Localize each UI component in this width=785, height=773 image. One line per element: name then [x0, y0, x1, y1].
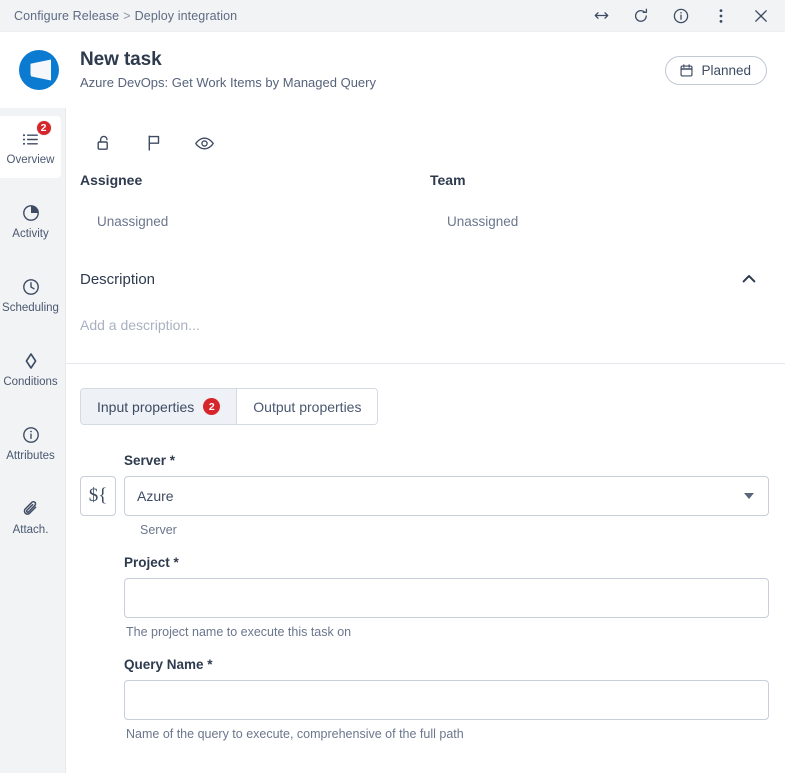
properties-form: Server * ${ Azure Server Project *: [66, 425, 785, 741]
field-hint: The project name to execute this task on: [126, 625, 769, 639]
meta-row: Assignee Unassigned Team Unassigned: [66, 160, 785, 229]
sidebar-item-label: Overview: [7, 155, 55, 167]
resize-horizontal-icon[interactable]: [591, 6, 611, 26]
flag-icon[interactable]: [142, 131, 166, 155]
section-divider: [66, 363, 785, 364]
sidebar-item-label: Conditions: [3, 377, 57, 389]
sidebar-item-activity[interactable]: Activity: [0, 190, 61, 252]
field-label: Query Name *: [124, 657, 769, 672]
left-nav: 2 Overview Activity: [0, 108, 66, 773]
eye-icon[interactable]: [192, 131, 216, 155]
sidebar-badge-overview: 2: [36, 120, 52, 136]
chevron-up-icon[interactable]: [737, 267, 761, 291]
team-label: Team: [430, 172, 518, 188]
list-icon: 2: [19, 127, 43, 151]
field-hint: Server: [140, 523, 769, 537]
task-header-text: New task Azure DevOps: Get Work Items by…: [80, 48, 665, 92]
panel-body: 2 Overview Activity: [0, 108, 785, 773]
task-header: New task Azure DevOps: Get Work Items by…: [0, 32, 785, 108]
sidebar-item-label: Activity: [12, 229, 48, 241]
refresh-icon[interactable]: [631, 6, 651, 26]
field-server: Server * ${ Azure Server: [80, 453, 769, 537]
field-row: [80, 578, 769, 618]
breadcrumb-parent[interactable]: Configure Release: [14, 9, 119, 23]
info-circle-icon: [19, 423, 43, 447]
description-title: Description: [80, 271, 737, 288]
task-subtitle: Azure DevOps: Get Work Items by Managed …: [80, 75, 665, 92]
breadcrumb-current[interactable]: Deploy integration: [135, 9, 238, 23]
close-icon[interactable]: [751, 6, 771, 26]
breadcrumb: Configure Release > Deploy integration: [14, 9, 237, 23]
assignee-block: Assignee Unassigned: [80, 172, 430, 229]
task-detail-panel: Configure Release > Deploy integration: [0, 0, 785, 773]
description-placeholder[interactable]: Add a description...: [66, 291, 785, 333]
tab-output-properties[interactable]: Output properties: [236, 389, 377, 424]
clock-icon: [19, 275, 43, 299]
field-label: Server *: [124, 453, 769, 468]
sidebar-item-conditions[interactable]: Conditions: [0, 338, 61, 400]
field-project: Project * The project name to execute th…: [80, 555, 769, 639]
status-badge-label: Planned: [701, 63, 751, 78]
topbar-icon-group: [591, 6, 771, 26]
tab-label: Output properties: [253, 399, 361, 415]
pie-chart-icon: [19, 201, 43, 225]
chevron-down-icon: [744, 493, 754, 499]
diamond-icon: [19, 349, 43, 373]
field-row: ${ Azure: [80, 476, 769, 516]
sidebar-item-label: Attributes: [6, 451, 55, 463]
unlock-icon[interactable]: [92, 131, 116, 155]
project-input[interactable]: [124, 578, 769, 618]
field-label: Project *: [124, 555, 769, 570]
sidebar-item-attachments[interactable]: Attach.: [0, 486, 61, 548]
paperclip-icon: [19, 497, 43, 521]
sidebar-item-attributes[interactable]: Attributes: [0, 412, 61, 474]
field-hint: Name of the query to execute, comprehens…: [126, 727, 769, 741]
field-query-name: Query Name * Name of the query to execut…: [80, 657, 769, 741]
main-content: Assignee Unassigned Team Unassigned Desc…: [66, 108, 785, 773]
sidebar-item-overview[interactable]: 2 Overview: [0, 116, 61, 178]
sidebar-item-label: Scheduling: [2, 303, 59, 315]
query-name-input[interactable]: [124, 680, 769, 720]
server-select[interactable]: Azure: [124, 476, 769, 516]
page-title: New task: [80, 48, 665, 72]
description-header: Description: [66, 229, 785, 291]
azure-devops-logo-icon: [10, 41, 68, 99]
breadcrumb-separator: >: [123, 9, 130, 23]
field-row: [80, 680, 769, 720]
team-value[interactable]: Unassigned: [430, 214, 518, 229]
tab-input-properties[interactable]: Input properties 2: [81, 389, 236, 424]
sidebar-item-label: Attach.: [13, 525, 49, 537]
server-select-value: Azure: [137, 488, 744, 504]
action-icon-row: [66, 108, 785, 160]
sidebar-item-scheduling[interactable]: Scheduling: [0, 264, 61, 326]
variable-insert-button[interactable]: ${: [80, 476, 116, 516]
info-icon[interactable]: [671, 6, 691, 26]
calendar-icon: [679, 63, 694, 78]
properties-tabs: Input properties 2 Output properties: [80, 388, 378, 425]
tab-label: Input properties: [97, 399, 194, 415]
assignee-value[interactable]: Unassigned: [80, 214, 430, 229]
status-badge[interactable]: Planned: [665, 56, 767, 85]
assignee-label: Assignee: [80, 172, 430, 188]
tab-badge-input: 2: [203, 398, 220, 415]
more-vertical-icon[interactable]: [711, 6, 731, 26]
top-bar: Configure Release > Deploy integration: [0, 0, 785, 32]
team-block: Team Unassigned: [430, 172, 518, 229]
